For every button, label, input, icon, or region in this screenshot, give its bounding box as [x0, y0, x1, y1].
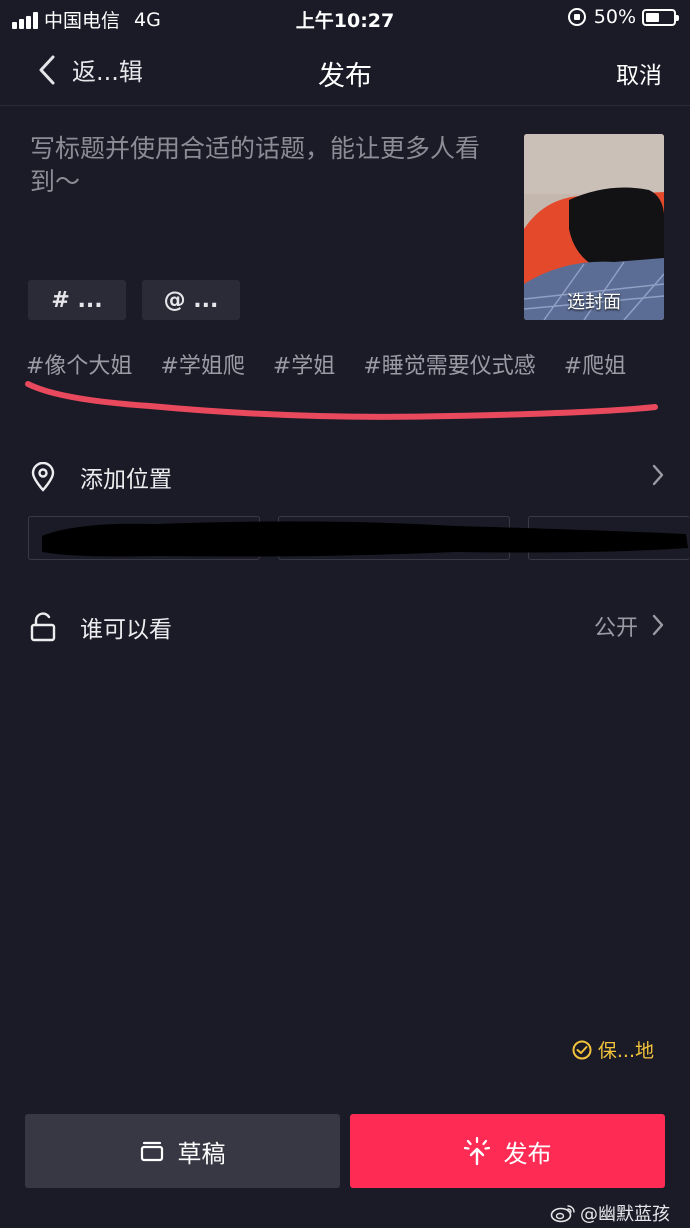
publish-button[interactable]: 发布: [350, 1114, 665, 1188]
cancel-button[interactable]: 取消: [616, 56, 662, 90]
red-underline-annotation: [25, 381, 658, 420]
caption-input[interactable]: 写标题并使用合适的话题，能让更多人看到～: [30, 132, 500, 198]
chevron-right-icon: [652, 464, 664, 486]
watermark-text: @幽默蓝孩: [580, 1204, 670, 1225]
publish-label: 发布: [503, 1139, 552, 1168]
weibo-watermark: @幽默蓝孩: [550, 1200, 670, 1226]
add-location-label: 添加位置: [80, 467, 172, 493]
orientation-lock-icon: [567, 8, 586, 26]
draft-box-icon: [140, 1141, 163, 1162]
save-to-local-label: 保...地: [597, 1040, 654, 1062]
visibility-label: 谁可以看: [80, 617, 172, 643]
visibility-row[interactable]: 谁可以看 公开: [0, 596, 690, 656]
visibility-value: 公开: [593, 616, 638, 641]
cover-label: 选封面: [567, 292, 621, 313]
cover-picker[interactable]: 选封面: [524, 134, 664, 320]
location-pin-icon: [31, 462, 55, 492]
battery-icon: [642, 8, 679, 26]
check-circle-icon: [572, 1040, 592, 1059]
chevron-right-icon: [652, 614, 664, 636]
save-to-local-toggle[interactable]: 保...地: [572, 1036, 654, 1063]
weibo-logo-icon: [550, 1205, 575, 1223]
status-right: 50%: [567, 6, 679, 28]
redaction-scribble: [42, 521, 688, 557]
nav-bar: 返...辑 发布 取消: [0, 36, 690, 106]
draft-button[interactable]: 草稿: [25, 1114, 340, 1188]
page-title: 发布: [318, 61, 372, 92]
publish-upload-icon: [463, 1136, 490, 1166]
add-location-row[interactable]: 添加位置: [0, 446, 690, 506]
status-bar: 中国电信 4G 上午10:27 50%: [0, 0, 690, 36]
mention-chip[interactable]: @ ...: [142, 280, 240, 320]
draft-label: 草稿: [177, 1139, 226, 1168]
battery-fill: [646, 12, 659, 22]
unlock-icon: [30, 612, 56, 642]
battery-percent: 50%: [593, 6, 636, 28]
hashtag-chip[interactable]: # ...: [28, 280, 126, 320]
